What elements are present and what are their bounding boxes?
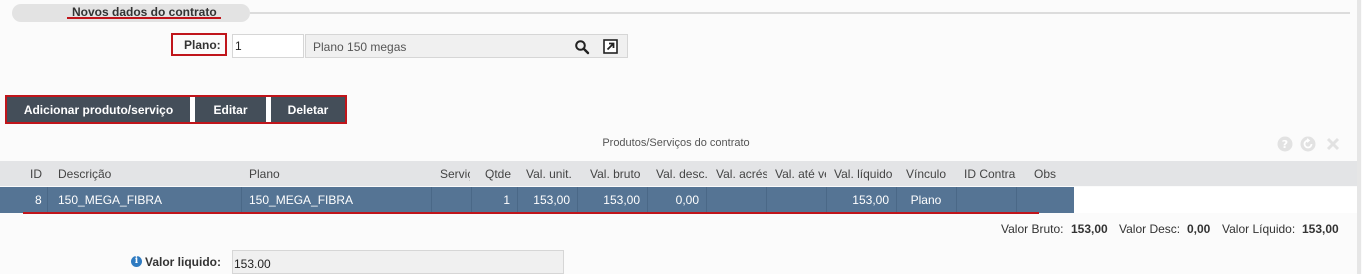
cell-separator <box>706 187 707 213</box>
cell-val-unit: 153,00 <box>533 193 570 207</box>
total-bruto-label: Valor Bruto: <box>1001 222 1064 236</box>
column-header-val-bruto[interactable]: Val. bruto <box>590 167 645 181</box>
valor-liquido-field: 153.00 <box>232 250 564 274</box>
column-header-servico[interactable]: Serviço <box>440 167 470 181</box>
cell-val-bruto: 153,00 <box>603 193 640 207</box>
cell-separator <box>766 187 767 213</box>
delete-button[interactable]: Deletar <box>271 97 345 122</box>
grid-empty-area <box>1074 187 1357 213</box>
column-header-val-ate-venc[interactable]: Val. até ve <box>775 167 826 181</box>
cell-separator <box>647 187 648 213</box>
column-header-val-desc[interactable]: Val. desc. <box>656 167 710 181</box>
column-header-val-liquido[interactable]: Val. líquido <box>834 167 896 181</box>
cell-descricao: 150_MEGA_FIBRA <box>58 193 163 207</box>
column-header-id[interactable]: ID <box>30 167 44 181</box>
cell-val-liquido: 153,00 <box>852 193 889 207</box>
svg-text:?: ? <box>1282 138 1288 151</box>
open-external-icon[interactable] <box>603 39 618 54</box>
column-header-val-acres[interactable]: Val. acrés <box>716 167 767 181</box>
edit-button[interactable]: Editar <box>195 97 266 122</box>
column-header-val-unit[interactable]: Val. unit. <box>526 167 576 181</box>
cell-separator <box>47 187 48 213</box>
cell-qtde: 1 <box>503 193 510 207</box>
column-header-descricao[interactable]: Descrição <box>58 167 238 181</box>
section-title-underline <box>67 17 221 19</box>
valor-liquido-label: Valor liquido: <box>145 255 222 269</box>
column-header-id-contrato[interactable]: ID Contra <box>964 167 1017 181</box>
cell-separator <box>956 187 957 213</box>
cell-separator <box>1016 187 1017 213</box>
total-desc-label: Valor Desc: <box>1119 222 1181 236</box>
column-header-plano[interactable]: Plano <box>249 167 429 181</box>
column-header-qtde[interactable]: Qtde <box>485 167 513 181</box>
cell-val-desc: 0,00 <box>675 193 699 207</box>
section-divider <box>250 12 1350 14</box>
total-liquido-label: Valor Líquido: <box>1222 222 1296 236</box>
grid-caption: Produtos/Serviços do contrato <box>602 137 750 149</box>
column-header-obs[interactable]: Obs <box>1034 167 1064 181</box>
search-icon[interactable] <box>574 39 590 55</box>
right-scroll-edge <box>1357 0 1361 274</box>
cell-plano: 150_MEGA_FIBRA <box>249 193 354 207</box>
cell-separator <box>431 187 432 213</box>
cell-separator <box>577 187 578 213</box>
cell-separator <box>517 187 518 213</box>
cell-separator <box>896 187 897 213</box>
plano-id-input[interactable]: 1 <box>232 34 304 58</box>
add-product-button[interactable]: Adicionar produto/serviço <box>7 97 190 122</box>
total-bruto-value: 153,00 <box>1071 222 1108 236</box>
cell-id: 8 <box>35 193 42 207</box>
cell-separator <box>471 187 472 213</box>
close-icon[interactable] <box>1325 136 1341 152</box>
total-desc-value: 0,00 <box>1187 222 1211 236</box>
cell-separator <box>826 187 827 213</box>
cell-separator <box>241 187 242 213</box>
cell-vinculo: Plano <box>910 193 942 207</box>
info-icon: i <box>131 256 142 267</box>
help-icon[interactable]: ? <box>1277 136 1293 152</box>
column-header-vinculo[interactable]: Vínculo <box>906 167 954 181</box>
refresh-icon[interactable] <box>1300 136 1316 152</box>
total-liquido-value: 153,00 <box>1302 222 1339 236</box>
row-highlight-underline <box>23 212 1039 214</box>
plano-label: Plano: <box>184 38 221 52</box>
